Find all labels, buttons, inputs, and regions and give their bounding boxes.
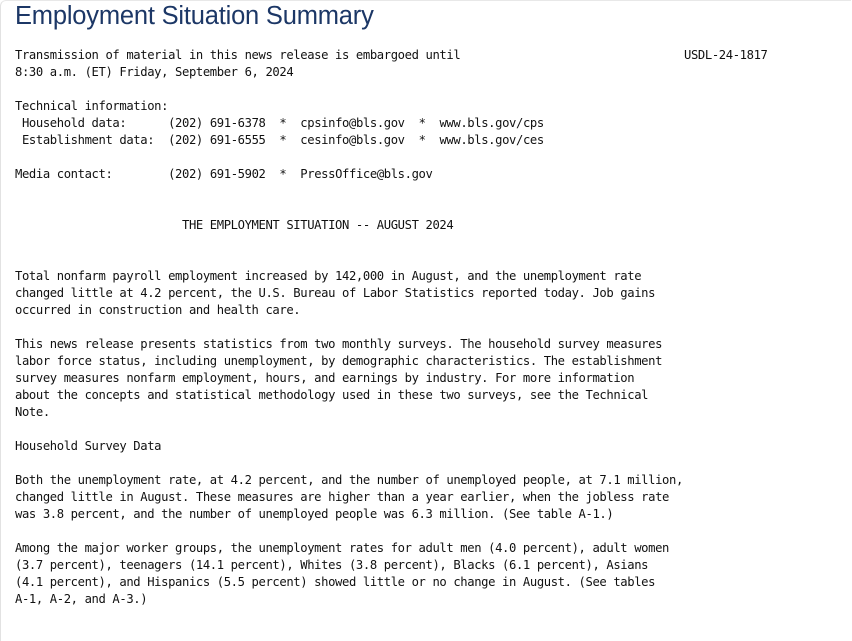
household-phone: (202) 691-6378: [168, 116, 266, 130]
page-title: Employment Situation Summary: [15, 2, 374, 30]
para1-line: Total nonfarm payroll employment increas…: [15, 269, 642, 283]
section-heading-household: Household Survey Data: [15, 439, 162, 453]
embargo-line-2: 8:30 a.m. (ET) Friday, September 6, 2024: [15, 65, 294, 79]
para2-line: survey measures nonfarm employment, hour…: [15, 371, 635, 385]
establishment-label: Establishment data:: [15, 133, 169, 147]
para4-line: (4.1 percent), and Hispanics (5.5 percen…: [15, 575, 656, 589]
household-label: Household data:: [15, 116, 169, 130]
para1-line: occurred in construction and health care…: [15, 303, 301, 317]
para4-line: A-1, A-2, and A-3.): [15, 592, 148, 606]
release-id: USDL-24-1817: [684, 48, 768, 62]
media-email-link[interactable]: PressOffice@bls.gov: [300, 167, 433, 181]
para2-line: labor force status, including unemployme…: [15, 354, 663, 368]
establishment-email-link[interactable]: cesinfo@bls.gov: [300, 133, 405, 147]
para3-line: was 3.8 percent, and the number of unemp…: [15, 507, 614, 521]
media-contact: Media contact: (202) 691-5902 * PressOff…: [15, 167, 433, 181]
household-email-link[interactable]: cpsinfo@bls.gov: [300, 116, 405, 130]
media-label: Media contact:: [15, 167, 169, 181]
establishment-contact: Establishment data: (202) 691-6555 * ces…: [15, 133, 544, 147]
household-url-link[interactable]: www.bls.gov/cps: [439, 116, 544, 130]
para3-line: changed little in August. These measures…: [15, 490, 670, 504]
news-release-text: Transmission of material in this news re…: [15, 47, 683, 608]
embargo-line-1: Transmission of material in this news re…: [15, 48, 461, 62]
household-contact: Household data: (202) 691-6378 * cpsinfo…: [15, 116, 544, 130]
establishment-phone: (202) 691-6555: [168, 133, 266, 147]
para2-line: This news release presents statistics fr…: [15, 337, 663, 351]
para2-line: about the concepts and statistical metho…: [15, 388, 649, 402]
para4-line: Among the major worker groups, the unemp…: [15, 541, 670, 555]
release-heading: THE EMPLOYMENT SITUATION -- AUGUST 2024: [15, 218, 454, 232]
technical-info-label: Technical information:: [15, 99, 169, 113]
para2-line: Note.: [15, 405, 50, 419]
para3-line: Both the unemployment rate, at 4.2 perce…: [15, 473, 683, 487]
para1-line: changed little at 4.2 percent, the U.S. …: [15, 286, 656, 300]
para4-line: (3.7 percent), teenagers (14.1 percent),…: [15, 558, 649, 572]
media-phone: (202) 691-5902: [168, 167, 266, 181]
establishment-url-link[interactable]: www.bls.gov/ces: [439, 133, 544, 147]
